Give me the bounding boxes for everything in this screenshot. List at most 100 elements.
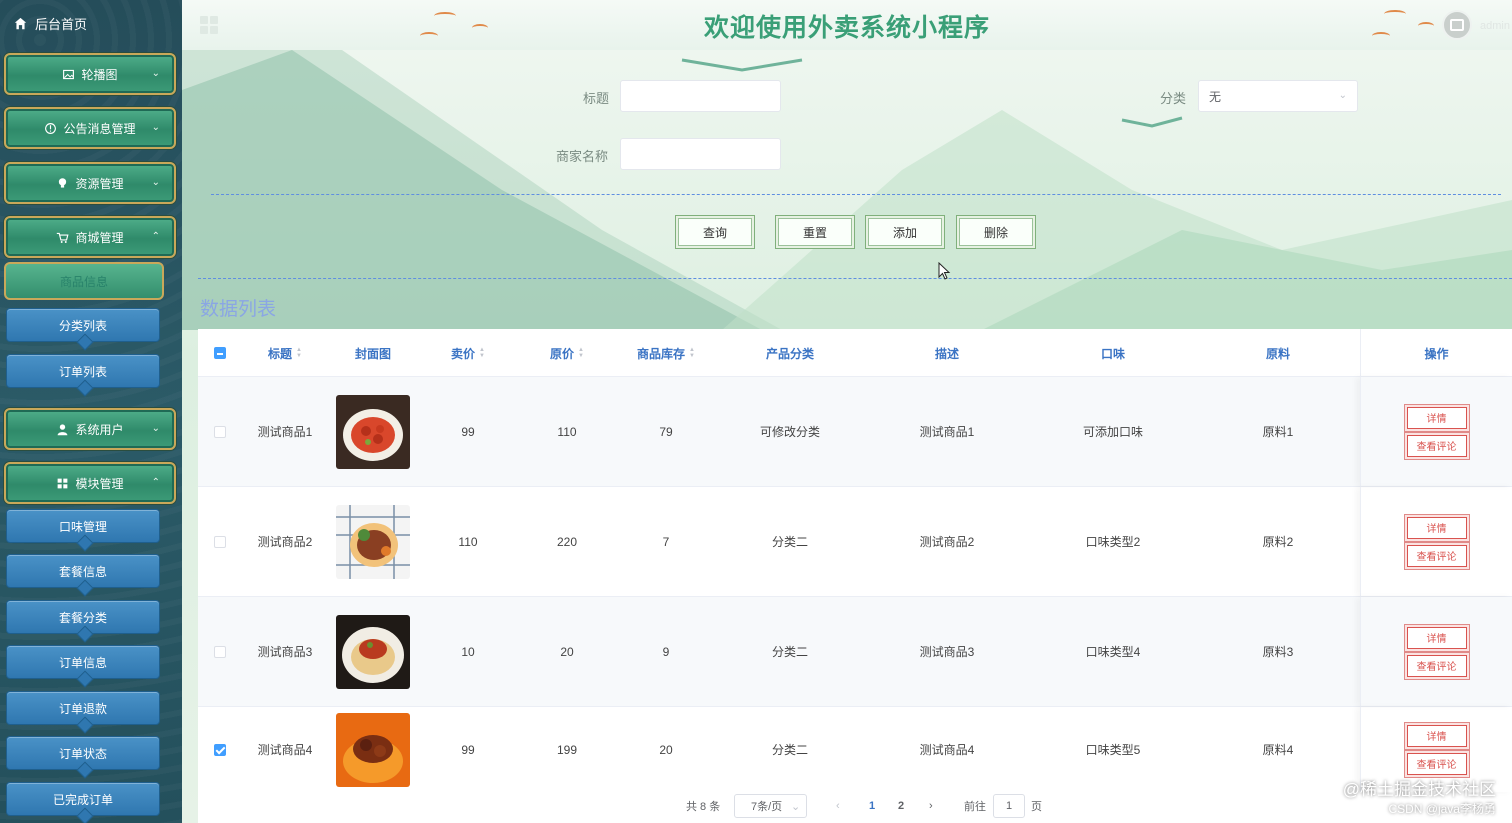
cell-price: 10: [461, 644, 475, 659]
col-actions: 操作: [1360, 329, 1512, 377]
sidebar-item-order-refund[interactable]: 订单退款: [6, 691, 160, 725]
cell-price: 99: [461, 742, 475, 757]
delete-button[interactable]: 删除: [959, 218, 1033, 246]
sidebar-item-order-list[interactable]: 订单列表: [6, 354, 160, 388]
row-checkbox[interactable]: [214, 425, 226, 438]
view-comments-button[interactable]: 查看评论: [1406, 434, 1467, 457]
bird-decoration: [1372, 32, 1390, 40]
row-checkbox[interactable]: [214, 645, 226, 658]
goto-page-input[interactable]: 1: [993, 794, 1025, 818]
image-icon: [1450, 19, 1464, 31]
sidebar-item-order-status[interactable]: 订单状态: [6, 736, 160, 770]
col-price[interactable]: 卖价 ▲ ▼: [418, 329, 518, 377]
chevron-up-icon: ⌃: [151, 477, 160, 488]
menu-group-module[interactable]: 模块管理 ⌃: [4, 462, 176, 504]
sidebar-item-flavor[interactable]: 口味管理: [6, 509, 160, 543]
sidebar-item-label: 已完成订单: [52, 792, 113, 807]
cell-original-price: 20: [560, 644, 574, 659]
menu-group-label: 轮播图: [81, 67, 118, 82]
sidebar-item-label: 订单状态: [58, 746, 107, 761]
food-thumbnail-image[interactable]: [336, 504, 410, 579]
page-number[interactable]: 2: [898, 792, 904, 820]
row-checkbox[interactable]: [214, 535, 226, 548]
home-icon: [14, 17, 27, 29]
cell-description: 测试商品3: [919, 645, 975, 659]
query-button[interactable]: 查询: [678, 218, 752, 246]
goto-suffix: 页: [1031, 801, 1042, 813]
avatar[interactable]: [1442, 10, 1472, 40]
cell-title: 测试商品3: [257, 645, 313, 659]
col-flavor: 口味: [1030, 329, 1196, 377]
sidebar-item-label: 口味管理: [58, 519, 107, 534]
bulb-icon: [59, 177, 67, 188]
cell-category: 可修改分类: [759, 425, 820, 439]
sort-icon[interactable]: ▲ ▼: [689, 347, 695, 359]
sidebar-item-product-info[interactable]: 商品信息: [4, 262, 164, 300]
detail-button[interactable]: 详情: [1406, 406, 1467, 429]
sort-icon[interactable]: ▲ ▼: [296, 347, 302, 359]
sidebar-item-completed-orders[interactable]: 已完成订单: [6, 782, 160, 816]
food-thumbnail-image[interactable]: [336, 394, 410, 469]
sidebar-item-category-list[interactable]: 分类列表: [6, 308, 160, 342]
select-all-checkbox[interactable]: [214, 347, 226, 359]
prev-page-icon[interactable]: ‹: [836, 792, 840, 820]
sidebar-item-combo-category[interactable]: 套餐分类: [6, 600, 160, 634]
detail-button[interactable]: 详情: [1406, 516, 1467, 539]
chevron-up-icon: ⌃: [151, 231, 160, 242]
menu-group-carousel[interactable]: 轮播图 ⌄: [4, 53, 176, 95]
cell-category: 分类二: [771, 535, 808, 549]
cell-material: 原料4: [1262, 743, 1294, 757]
menu-group-notice[interactable]: 公告消息管理 ⌄: [4, 107, 176, 149]
sidebar-item-combo-info[interactable]: 套餐信息: [6, 554, 160, 588]
menu-group-resource[interactable]: 资源管理 ⌄: [4, 162, 176, 204]
cell-stock: 79: [659, 424, 673, 439]
chevron-down-icon: ⌄: [1338, 90, 1347, 101]
row-checkbox[interactable]: [214, 743, 226, 756]
cell-cover: [328, 377, 418, 486]
cell-stock: 9: [662, 644, 670, 659]
col-title[interactable]: 标题 ▲ ▼: [242, 329, 328, 377]
view-comments-button[interactable]: 查看评论: [1406, 752, 1467, 775]
sort-icon[interactable]: ▲ ▼: [479, 347, 485, 359]
menu-group-system-user[interactable]: 系统用户 ⌄: [4, 408, 176, 450]
home-link[interactable]: 后台首页: [0, 0, 182, 46]
sidebar-item-label: 订单退款: [58, 701, 107, 716]
home-label: 后台首页: [35, 16, 88, 32]
title-label: 标题: [583, 91, 610, 106]
food-thumbnail-image[interactable]: [336, 614, 410, 689]
cell-flavor: 可添加口味: [1082, 425, 1143, 439]
watermark: @稀土掘金技术社区 CSDN @java李杨勇: [1343, 775, 1496, 817]
sidebar-item-label: 订单信息: [58, 655, 107, 670]
col-stock[interactable]: 商品库存 ▲ ▼: [616, 329, 716, 377]
menu-group-label: 公告消息管理: [63, 121, 136, 136]
sidebar-item-label: 商品信息: [59, 274, 108, 289]
sidebar-item-label: 订单列表: [58, 364, 107, 379]
row-select-cell: [198, 707, 242, 792]
cell-material: 原料3: [1262, 645, 1294, 659]
title-input[interactable]: [620, 80, 781, 112]
page-number[interactable]: 1: [869, 792, 875, 820]
chevron-down-icon: ⌄: [151, 68, 160, 79]
watermark-line: @稀土掘金技术社区: [1342, 780, 1496, 799]
detail-button[interactable]: 详情: [1406, 626, 1467, 649]
category-select[interactable]: 无 ⌄: [1198, 80, 1358, 112]
sidebar-item-order-info[interactable]: 订单信息: [6, 645, 160, 679]
col-original-price[interactable]: 原价 ▲ ▼: [518, 329, 616, 377]
sort-icon[interactable]: ▲ ▼: [578, 347, 584, 359]
add-button[interactable]: 添加: [868, 218, 942, 246]
menu-group-shop[interactable]: 商城管理 ⌃: [4, 216, 176, 258]
page-size-select[interactable]: 7条/页 ⌄: [734, 794, 808, 818]
cell-material: 原料2: [1262, 535, 1294, 549]
next-page-icon[interactable]: ›: [929, 792, 933, 820]
merchant-input[interactable]: [620, 138, 781, 170]
col-label: 原料: [1265, 346, 1290, 361]
username[interactable]: admin: [1480, 20, 1510, 32]
cell-original-price: 199: [556, 742, 578, 757]
food-thumbnail-image[interactable]: [336, 712, 410, 787]
reset-button[interactable]: 重置: [778, 218, 852, 246]
col-cover: 封面图: [328, 329, 418, 377]
detail-button[interactable]: 详情: [1406, 724, 1467, 747]
chevron-down-icon: ⌄: [151, 423, 160, 434]
view-comments-button[interactable]: 查看评论: [1406, 654, 1467, 677]
view-comments-button[interactable]: 查看评论: [1406, 544, 1467, 567]
